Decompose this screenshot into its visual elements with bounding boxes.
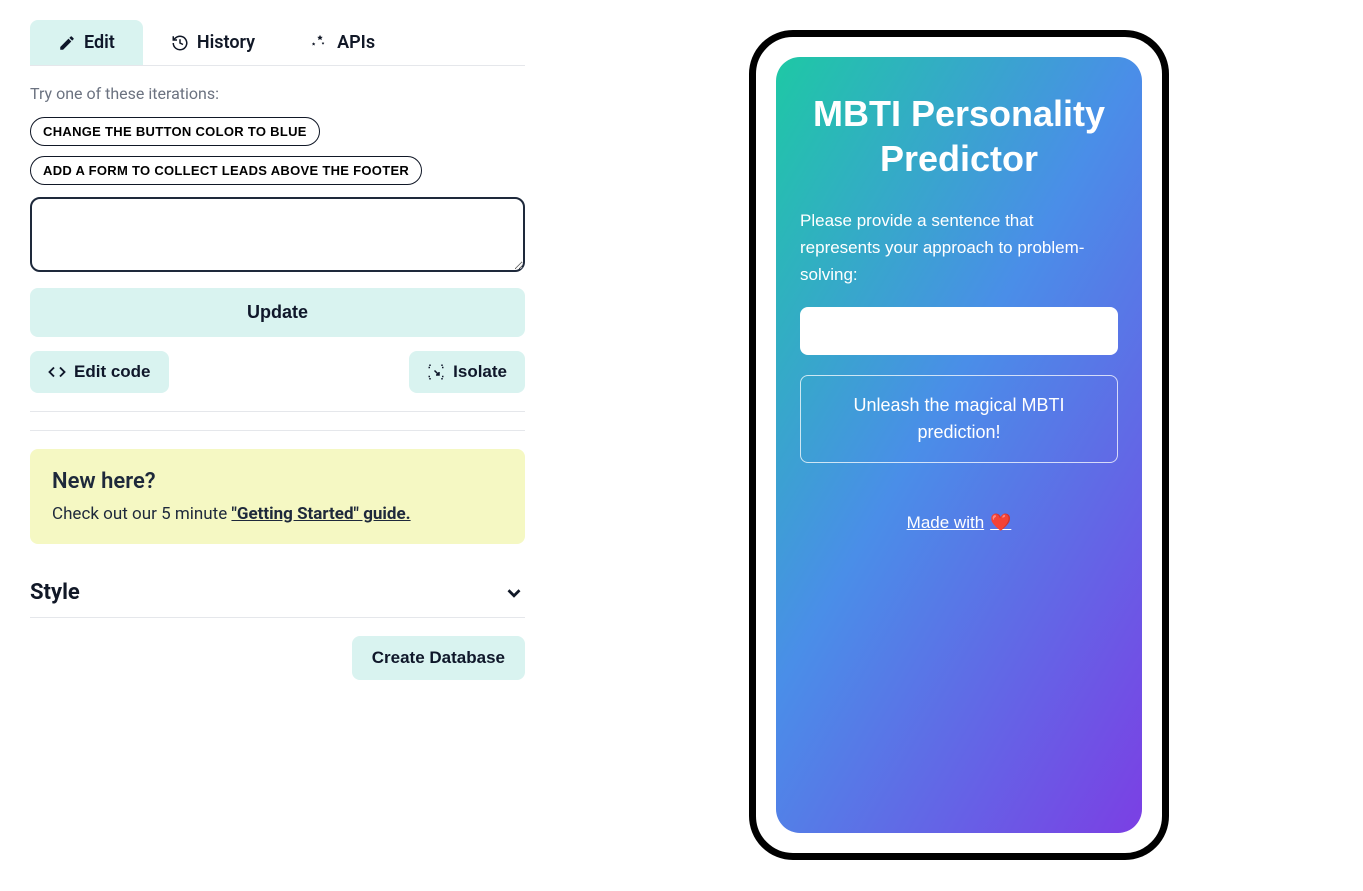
style-label: Style — [30, 580, 80, 605]
history-icon — [171, 34, 189, 52]
iteration-input[interactable] — [30, 197, 525, 272]
iterations-prompt: Try one of these iterations: — [30, 84, 525, 103]
isolate-icon — [427, 363, 445, 381]
tab-edit-label: Edit — [84, 32, 115, 53]
made-with-text: Made with — [907, 513, 984, 533]
app-instruction: Please provide a sentence that represent… — [800, 207, 1118, 289]
heart-icon: ❤️ — [990, 513, 1011, 533]
tab-edit[interactable]: Edit — [30, 20, 143, 65]
pencil-icon — [58, 34, 76, 52]
suggestion-pill[interactable]: CHANGE THE BUTTON COLOR TO BLUE — [30, 117, 320, 146]
phone-frame: MBTI Personality Predictor Please provid… — [749, 30, 1169, 860]
tab-apis[interactable]: APIs — [283, 20, 403, 65]
tab-bar: Edit History APIs — [30, 20, 525, 66]
getting-started-notice: New here? Check out our 5 minute "Gettin… — [30, 449, 525, 544]
create-database-button[interactable]: Create Database — [352, 636, 525, 680]
style-section-toggle[interactable]: Style — [30, 568, 525, 618]
suggestion-list: CHANGE THE BUTTON COLOR TO BLUE ADD A FO… — [30, 117, 525, 185]
getting-started-link[interactable]: "Getting Started" guide. — [231, 504, 410, 524]
tab-history-label: History — [197, 32, 255, 53]
sentence-input[interactable] — [800, 307, 1118, 355]
edit-code-button[interactable]: Edit code — [30, 351, 169, 393]
notice-text-prefix: Check out our 5 minute — [52, 504, 231, 524]
tab-apis-label: APIs — [337, 32, 375, 53]
apis-icon — [311, 34, 329, 52]
app-title: MBTI Personality Predictor — [800, 91, 1118, 181]
suggestion-pill[interactable]: ADD A FORM TO COLLECT LEADS ABOVE THE FO… — [30, 156, 422, 185]
update-button[interactable]: Update — [30, 288, 525, 337]
chevron-down-icon — [503, 582, 525, 604]
tab-history[interactable]: History — [143, 20, 283, 65]
edit-code-label: Edit code — [74, 362, 151, 382]
notice-text: Check out our 5 minute "Getting Started"… — [52, 504, 503, 524]
preview-pane: MBTI Personality Predictor Please provid… — [555, 0, 1363, 891]
isolate-label: Isolate — [453, 362, 507, 382]
made-with-link[interactable]: Made with ❤️ — [907, 513, 1012, 533]
isolate-button[interactable]: Isolate — [409, 351, 525, 393]
app-preview: MBTI Personality Predictor Please provid… — [776, 57, 1142, 833]
predict-button[interactable]: Unleash the magical MBTI prediction! — [800, 375, 1118, 463]
divider — [30, 430, 525, 431]
code-icon — [48, 363, 66, 381]
notice-title: New here? — [52, 469, 503, 494]
